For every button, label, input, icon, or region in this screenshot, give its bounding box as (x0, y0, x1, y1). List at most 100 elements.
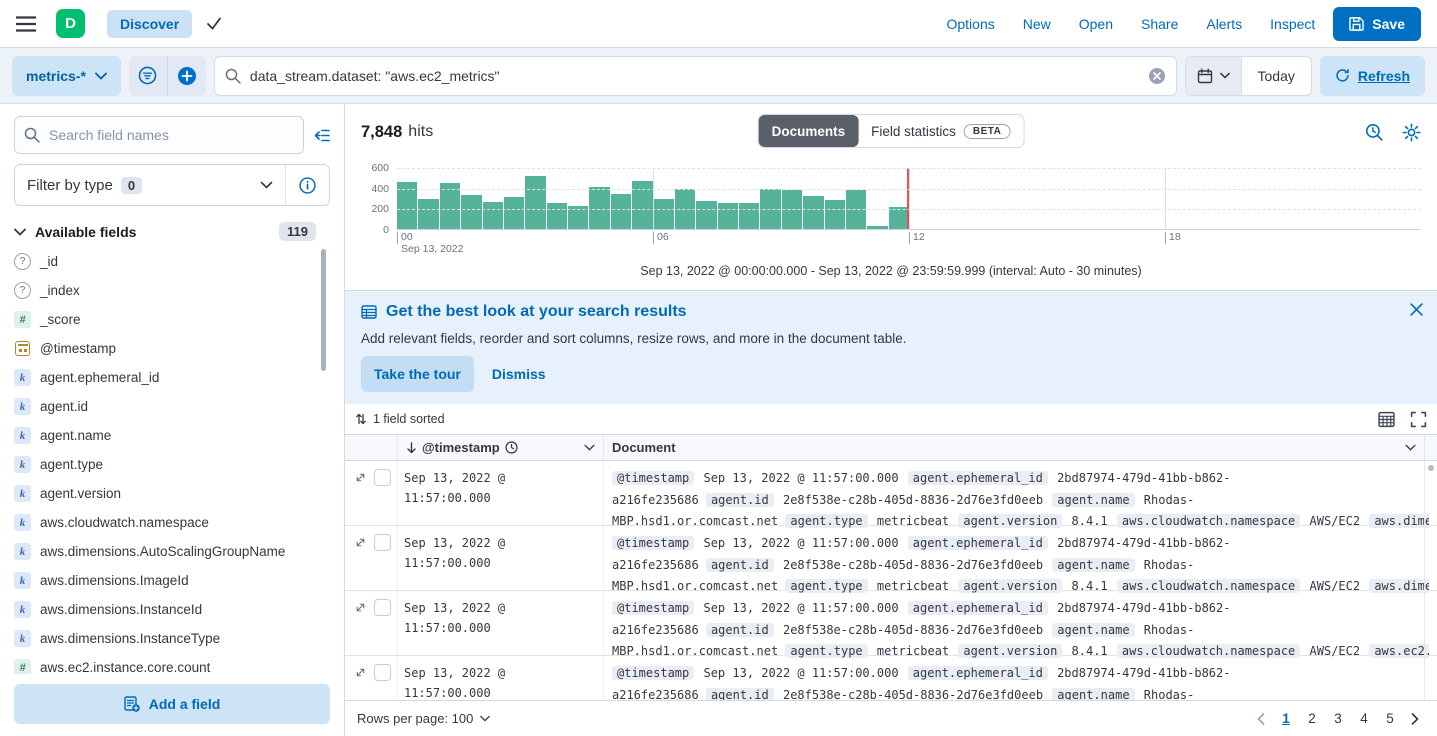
histogram-bar[interactable] (654, 199, 674, 230)
histogram-bar[interactable] (718, 203, 738, 229)
filter-by-type-dropdown[interactable]: Filter by type 0 (15, 165, 285, 205)
row-checkbox[interactable] (374, 599, 391, 616)
row-checkbox[interactable] (374, 534, 391, 551)
table-row[interactable]: Sep 13, 2022 @ 11:57:00.000@timestamp Se… (345, 656, 1437, 700)
save-button[interactable]: Save (1333, 7, 1421, 41)
field-item-agent-ephemeral-id[interactable]: kagent.ephemeral_id (14, 363, 314, 392)
take-the-tour-button[interactable]: Take the tour (361, 356, 474, 392)
table-scrollbar[interactable] (1424, 461, 1437, 700)
field-search-input[interactable] (14, 116, 304, 154)
field-item-aws-dimensions-imageid[interactable]: kaws.dimensions.ImageId (14, 566, 314, 595)
field-item--id[interactable]: ?_id (14, 247, 314, 276)
table-row[interactable]: Sep 13, 2022 @ 11:57:00.000@timestamp Se… (345, 461, 1437, 526)
gear-icon[interactable] (1402, 123, 1421, 142)
display-options-icon[interactable] (1378, 411, 1395, 428)
tab-documents[interactable]: Documents (759, 115, 859, 147)
histogram-bar[interactable] (418, 199, 438, 230)
histogram-bar[interactable] (504, 197, 524, 229)
collapse-sidebar-icon[interactable] (313, 128, 330, 143)
row-checkbox[interactable] (374, 664, 391, 681)
available-fields-header[interactable]: Available fields 119 (14, 222, 330, 241)
histogram-bar[interactable] (589, 187, 609, 229)
next-page-icon[interactable] (1405, 713, 1425, 725)
histogram-bar[interactable] (525, 176, 545, 229)
page-1[interactable]: 1 (1273, 706, 1299, 732)
nav-alerts[interactable]: Alerts (1206, 16, 1242, 32)
info-icon[interactable] (285, 165, 329, 205)
dismiss-button[interactable]: Dismiss (492, 366, 546, 382)
page-4[interactable]: 4 (1351, 706, 1377, 732)
page-5[interactable]: 5 (1377, 706, 1403, 732)
histogram-bar[interactable] (867, 226, 887, 229)
calendar-dropdown[interactable] (1186, 57, 1242, 95)
field-item-aws-dimensions-instancetype[interactable]: kaws.dimensions.InstanceType (14, 624, 314, 653)
search-sessions-icon[interactable] (1365, 123, 1384, 142)
tab-field-statistics[interactable]: Field statisticsBETA (858, 115, 1023, 147)
field-name: aws.cloudwatch.namespace (40, 514, 209, 532)
row-checkbox[interactable] (374, 469, 391, 486)
query-input[interactable] (250, 68, 1139, 84)
histogram-bar[interactable] (547, 203, 567, 229)
nav-open[interactable]: Open (1079, 16, 1113, 32)
sort-desc-icon (406, 442, 417, 454)
page-2[interactable]: 2 (1299, 706, 1325, 732)
add-field-button[interactable]: Add a field (14, 684, 330, 724)
expand-row-icon[interactable] (354, 601, 367, 614)
field-item--timestamp[interactable]: @timestamp (14, 334, 314, 363)
nav-new[interactable]: New (1023, 16, 1051, 32)
nav-share[interactable]: Share (1141, 16, 1178, 32)
breadcrumb[interactable]: Discover (107, 10, 192, 38)
sort-icon (355, 412, 367, 426)
discover-main: 7,848 hits DocumentsField statisticsBETA… (345, 104, 1437, 736)
field-item-aws-ec2-instance-core-count[interactable]: #aws.ec2.instance.core.count (14, 653, 314, 674)
field-item-agent-id[interactable]: kagent.id (14, 392, 314, 421)
nav-options[interactable]: Options (946, 16, 994, 32)
nav-inspect[interactable]: Inspect (1270, 16, 1315, 32)
refresh-button[interactable]: Refresh (1320, 56, 1425, 96)
histogram-bar[interactable] (825, 200, 845, 229)
expand-row-icon[interactable] (354, 471, 367, 484)
view-tabs: DocumentsField statisticsBETA (758, 114, 1025, 148)
field-item-agent-version[interactable]: kagent.version (14, 479, 314, 508)
histogram-bar[interactable] (611, 194, 631, 229)
table-row[interactable]: Sep 13, 2022 @ 11:57:00.000@timestamp Se… (345, 526, 1437, 591)
chevron-down-icon[interactable] (1405, 444, 1416, 451)
menu-icon[interactable] (16, 16, 36, 32)
filter-by-type: Filter by type 0 (14, 164, 330, 206)
fullscreen-icon[interactable] (1410, 411, 1427, 428)
data-view-picker[interactable]: metrics-* (12, 56, 121, 96)
close-icon[interactable] (1410, 303, 1423, 316)
timestamp-column-header[interactable]: @timestamp (398, 435, 604, 460)
deployment-logo[interactable]: D (56, 9, 85, 38)
expand-row-icon[interactable] (354, 666, 367, 679)
histogram-bar[interactable] (483, 202, 503, 229)
histogram-bar[interactable] (739, 203, 759, 229)
previous-page-icon[interactable] (1251, 713, 1271, 725)
date-range-today[interactable]: Today (1242, 57, 1311, 95)
histogram-bar[interactable] (696, 201, 716, 229)
field-item-aws-cloudwatch-namespace[interactable]: kaws.cloudwatch.namespace (14, 508, 314, 537)
x-axis-label: 18 (1165, 232, 1181, 244)
table-row[interactable]: Sep 13, 2022 @ 11:57:00.000@timestamp Se… (345, 591, 1437, 656)
histogram-bar[interactable] (803, 196, 823, 229)
histogram-bar[interactable] (889, 207, 909, 229)
clear-query-icon[interactable] (1148, 67, 1166, 85)
histogram-bar[interactable] (440, 183, 460, 229)
field-item-aws-dimensions-autoscalinggroupname[interactable]: kaws.dimensions.AutoScalingGroupName (14, 537, 314, 566)
add-filter-icon[interactable] (168, 56, 206, 96)
field-sorted-button[interactable]: 1 field sorted (355, 412, 445, 426)
histogram-bar[interactable] (461, 195, 481, 229)
expand-row-icon[interactable] (354, 536, 367, 549)
field-item-aws-dimensions-instanceid[interactable]: kaws.dimensions.InstanceId (14, 595, 314, 624)
field-item-agent-type[interactable]: kagent.type (14, 450, 314, 479)
keyword-field-icon: k (14, 630, 31, 647)
field-item-agent-name[interactable]: kagent.name (14, 421, 314, 450)
chevron-down-icon[interactable] (584, 444, 595, 451)
sidebar-scrollbar[interactable] (321, 249, 326, 371)
document-column-header[interactable]: Document (604, 435, 1424, 460)
filter-icon[interactable] (129, 56, 167, 96)
field-item--score[interactable]: #_score (14, 305, 314, 334)
page-3[interactable]: 3 (1325, 706, 1351, 732)
field-item--index[interactable]: ?_index (14, 276, 314, 305)
rows-per-page-dropdown[interactable]: Rows per page: 100 (357, 711, 490, 726)
